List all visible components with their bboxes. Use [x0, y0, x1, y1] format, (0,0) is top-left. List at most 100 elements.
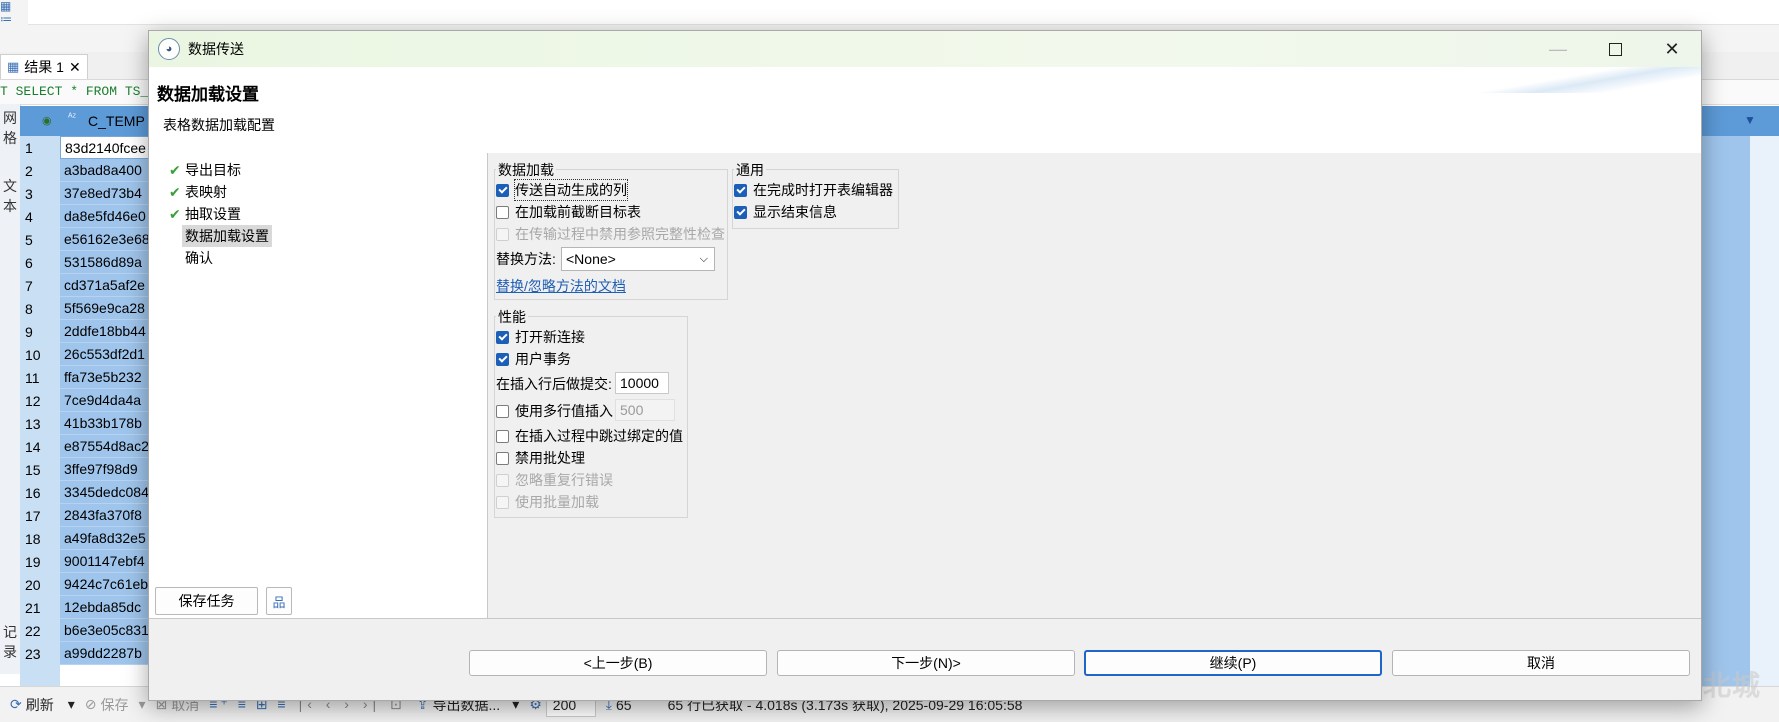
prev-button[interactable]: <上一步(B) [469, 650, 767, 676]
grid-cell[interactable]: 26c553df2d1 [60, 343, 150, 366]
row-number[interactable]: 1 [20, 136, 60, 160]
row-number[interactable]: 21 [20, 596, 60, 620]
grid-cell[interactable]: 12ebda85dc [60, 596, 150, 619]
grid-cell[interactable]: 9424c7c61eb [60, 573, 150, 596]
maximize-button[interactable] [1586, 31, 1644, 67]
open-editor-checkbox[interactable]: 在完成时打开表编辑器 [734, 179, 893, 201]
row-number[interactable]: 12 [20, 389, 60, 413]
grid-cell[interactable]: 2843fa370f8 [60, 504, 150, 527]
grid-cell[interactable]: 531586d89a [60, 251, 150, 274]
grid-cell[interactable]: a3bad8a400 [60, 159, 150, 182]
save-button[interactable]: ⊘ 保存 ▾ [85, 695, 146, 715]
row-number[interactable]: 7 [20, 274, 60, 298]
nav-item-extract-settings[interactable]: ✔ 抽取设置 [169, 203, 241, 225]
tree-icon[interactable]: ≔ [0, 13, 22, 26]
table-icon: ▦ [7, 59, 20, 74]
checkbox-box[interactable] [734, 183, 747, 197]
grid-cell[interactable]: a99dd2287b [60, 642, 150, 665]
row-number[interactable]: 18 [20, 527, 60, 551]
continue-button[interactable]: 继续(P) [1084, 650, 1382, 676]
use-transactions-checkbox[interactable]: 用户事务 [496, 348, 571, 370]
sort-az-icon[interactable]: ᴬᶻ [68, 112, 76, 123]
cancel-button[interactable]: 取消 [1392, 650, 1690, 676]
row-selector-icon[interactable]: ◉ [42, 114, 52, 127]
replace-doc-link[interactable]: 替换/忽略方法的文档 [496, 276, 626, 296]
commit-after-input[interactable]: 10000 [615, 372, 669, 394]
chevron-down-icon[interactable]: ▾ [68, 696, 75, 713]
check-icon: ✔ [169, 183, 181, 200]
grid-cell[interactable]: e56162e3e68 [60, 228, 150, 251]
multi-row-insert-checkbox[interactable]: 使用多行值插入 [496, 400, 613, 422]
grid-cell[interactable]: 5f569e9ca28 [60, 297, 150, 320]
checkbox-box[interactable] [496, 330, 509, 344]
transfer-auto-columns-checkbox[interactable]: 传送自动生成的列 [496, 179, 628, 201]
disable-batch-checkbox[interactable]: 禁用批处理 [496, 447, 585, 469]
checkbox-box[interactable] [496, 352, 509, 366]
grid-cell[interactable]: 3ffe97f98d9 [60, 458, 150, 481]
grid-cell[interactable]: 2ddfe18bb44 [60, 320, 150, 343]
checkbox-box[interactable] [496, 451, 509, 465]
grid-cell[interactable]: 3345dedc084 [60, 481, 150, 504]
close-tab-icon[interactable]: ✕ [69, 59, 81, 76]
close-button[interactable]: ✕ [1643, 31, 1701, 67]
refresh-button[interactable]: ⟳ 刷新 ▾ [10, 695, 75, 715]
checkbox-box[interactable] [496, 404, 509, 418]
task-config-button[interactable]: 品 [266, 587, 292, 615]
row-number[interactable]: 3 [20, 182, 60, 206]
skip-bind-values-checkbox[interactable]: 在插入过程中跳过绑定的值 [496, 425, 683, 447]
truncate-target-checkbox[interactable]: 在加载前截断目标表 [496, 201, 641, 223]
side-label-text[interactable]: 文本 [2, 176, 18, 216]
side-label-record[interactable]: 记录 [2, 622, 18, 662]
column-header-c-temp[interactable]: C_TEMP [88, 113, 145, 129]
side-label-grid[interactable]: 网格 [2, 108, 18, 148]
row-number[interactable]: 11 [20, 366, 60, 390]
checkbox-box[interactable] [496, 183, 509, 197]
row-number[interactable]: 5 [20, 228, 60, 252]
row-number[interactable]: 16 [20, 481, 60, 505]
grid-cell[interactable]: 83d2140fcee [60, 136, 150, 159]
grid-cell[interactable]: cd371a5af2e [60, 274, 150, 297]
dialog-titlebar[interactable]: ◕ 数据传送 [149, 31, 1701, 67]
nav-item-table-mapping[interactable]: ✔ 表映射 [169, 181, 227, 203]
row-number[interactable]: 9 [20, 320, 60, 344]
row-number[interactable]: 23 [20, 642, 60, 666]
row-number[interactable]: 10 [20, 343, 60, 367]
row-number[interactable]: 17 [20, 504, 60, 528]
grid-cell[interactable]: 41b33b178b [60, 412, 150, 435]
row-number[interactable]: 22 [20, 619, 60, 643]
result-tab[interactable]: ▦ 结果 1 ✕ [0, 54, 88, 79]
checkbox-box[interactable] [496, 429, 509, 443]
chevron-down-icon[interactable]: ▾ [139, 696, 146, 713]
nav-item-load-settings[interactable]: 数据加载设置 [169, 225, 272, 247]
grid-cell[interactable]: 37e8ed73b4 [60, 182, 150, 205]
row-number[interactable]: 6 [20, 251, 60, 275]
replace-method-select[interactable]: <None> ⌵ [561, 247, 715, 271]
row-number[interactable]: 2 [20, 159, 60, 183]
grid-cell[interactable]: ffa73e5b232 [60, 366, 150, 389]
grid-cell[interactable]: 9001147ebf4 [60, 550, 150, 573]
data-transfer-dialog: ◕ 数据传送 — ✕ 数据加载设置 表格数据加载配置 ✔ 导出目标 ✔ 表映射 … [148, 30, 1702, 701]
show-result-checkbox[interactable]: 显示结束信息 [734, 201, 837, 223]
nav-item-confirm[interactable]: 确认 [169, 247, 213, 269]
grid-cell[interactable]: 7ce9d4da4a [60, 389, 150, 412]
grid-cell[interactable]: da8e5fd46e0 [60, 205, 150, 228]
checkbox-box[interactable] [496, 205, 509, 219]
next-button[interactable]: 下一步(N)> [777, 650, 1075, 676]
save-task-button[interactable]: 保存任务 [155, 587, 258, 615]
nav-item-export-target[interactable]: ✔ 导出目标 [169, 159, 241, 181]
row-number[interactable]: 4 [20, 205, 60, 229]
row-number[interactable]: 8 [20, 297, 60, 321]
row-number[interactable]: 20 [20, 573, 60, 597]
checkbox-box[interactable] [734, 205, 747, 219]
row-number[interactable]: 14 [20, 435, 60, 459]
row-number[interactable]: 19 [20, 550, 60, 574]
grid-cell[interactable]: a49fa8d32e5 [60, 527, 150, 550]
open-new-connection-checkbox[interactable]: 打开新连接 [496, 326, 585, 348]
minimize-button[interactable]: — [1529, 31, 1587, 67]
row-number[interactable]: 13 [20, 412, 60, 436]
grid-cell[interactable]: b6e3e05c831 [60, 619, 150, 642]
row-number[interactable]: 15 [20, 458, 60, 482]
grid-cell[interactable]: e87554d8ac2 [60, 435, 150, 458]
column-menu-icon[interactable]: ▼ [1744, 113, 1756, 127]
grid-right-scroll-area[interactable] [1750, 136, 1779, 686]
